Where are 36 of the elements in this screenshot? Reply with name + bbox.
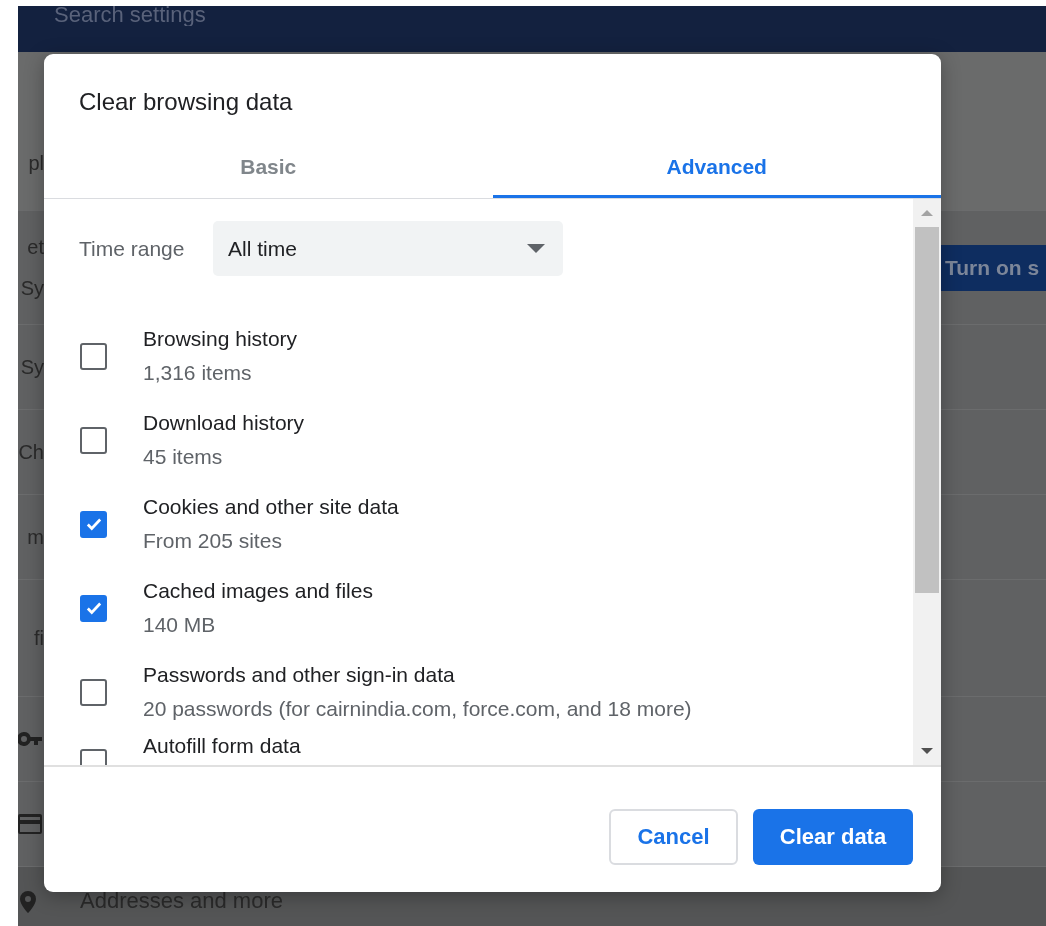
item-detail: 1,316 items (143, 361, 253, 385)
time-range-label: Time range (79, 236, 186, 261)
setting-label: Sy (20, 355, 44, 379)
item-title: Cached images and files (143, 579, 373, 603)
key-icon (18, 732, 42, 746)
location-pin-icon (20, 891, 36, 913)
dialog-title: Clear browsing data (78, 87, 294, 117)
checkbox[interactable] (80, 594, 107, 622)
setting-label: pl (28, 152, 44, 175)
setting-label: Ch (18, 440, 44, 464)
scrollbar-thumb[interactable] (915, 227, 939, 593)
checkbox[interactable] (80, 342, 107, 370)
checkbox[interactable] (80, 678, 107, 706)
item-title: Cookies and other site data (143, 495, 399, 519)
item-title: Download history (143, 411, 305, 435)
clear-data-button[interactable]: Clear data (753, 809, 913, 865)
setting-label: Sy (20, 276, 44, 300)
scrollbar-track[interactable] (913, 199, 941, 765)
item-detail: 45 items (143, 445, 224, 469)
caret-icon (527, 244, 545, 253)
checkbox[interactable] (80, 426, 107, 454)
cancel-button[interactable]: Cancel (609, 809, 738, 865)
checkbox[interactable] (80, 510, 107, 538)
item-title: Browsing history (143, 327, 298, 351)
credit-card-icon (18, 814, 42, 834)
tab[interactable]: Basic (44, 130, 493, 198)
item-title: Autofill form data (143, 734, 301, 758)
item-detail: 20 passwords (for cairnindia.com, force.com, and 18 more) (143, 697, 692, 721)
turn-on-sync-button[interactable]: Turn on s (941, 244, 1046, 291)
item-title: Passwords and other sign-in data (143, 663, 456, 687)
scroll-down-icon[interactable] (921, 748, 933, 754)
search-field[interactable]: Search settings (54, 4, 354, 26)
item-detail: 140 MB (143, 613, 217, 637)
tab[interactable]: Advanced (492, 130, 941, 198)
time-range-dropdown[interactable]: All time (213, 221, 563, 276)
item-detail: From 205 sites (143, 529, 283, 553)
